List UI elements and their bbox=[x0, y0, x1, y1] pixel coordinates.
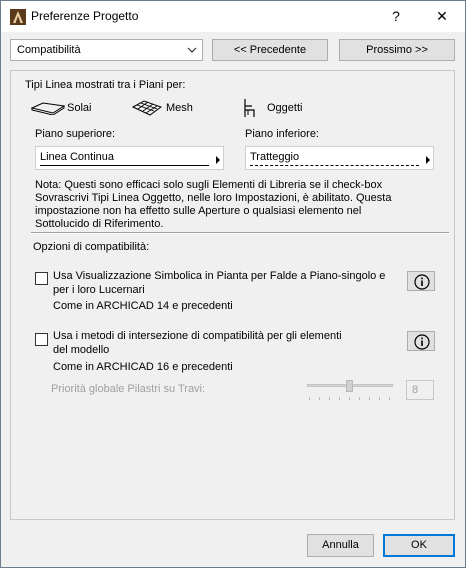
info-button-2[interactable] bbox=[407, 331, 435, 351]
page-select-dropdown[interactable]: Compatibilità bbox=[10, 39, 203, 61]
close-button[interactable]: ✕ bbox=[419, 1, 465, 32]
ok-button[interactable]: OK bbox=[383, 534, 455, 557]
slider-tick bbox=[329, 397, 330, 400]
symbolic-display-checkbox[interactable] bbox=[35, 272, 48, 285]
archicad-app-icon bbox=[10, 9, 26, 25]
priority-value: 8 bbox=[412, 384, 419, 396]
upper-floor-linetype-select[interactable]: Linea Continua bbox=[35, 146, 224, 170]
lower-floor-value: Tratteggio bbox=[250, 151, 300, 163]
help-button[interactable]: ? bbox=[373, 1, 419, 32]
option1-note: Come in ARCHICAD 14 e precedenti bbox=[53, 300, 233, 312]
priority-slider-thumb[interactable] bbox=[346, 380, 353, 392]
slider-tick bbox=[309, 397, 310, 400]
caret-right-icon bbox=[216, 156, 220, 164]
chevron-down-icon bbox=[187, 47, 197, 53]
slider-tick bbox=[379, 397, 380, 400]
compat-options-heading: Opzioni di compatibilità: bbox=[33, 241, 150, 253]
slider-tick bbox=[369, 397, 370, 400]
priority-value-field[interactable]: 8 bbox=[406, 380, 434, 400]
preferences-dialog: Preferenze Progetto ? ✕ Compatibilità <<… bbox=[0, 0, 466, 568]
mesh-icon bbox=[132, 100, 162, 116]
info-button-1[interactable] bbox=[407, 271, 435, 291]
option2-note: Come in ARCHICAD 16 e precedenti bbox=[53, 361, 233, 373]
upper-floor-value: Linea Continua bbox=[40, 151, 115, 163]
slider-tick bbox=[349, 397, 350, 400]
note-text: Nota: Questi sono efficaci solo sugli El… bbox=[35, 179, 392, 230]
slider-tick bbox=[359, 397, 360, 400]
info-icon bbox=[414, 334, 430, 350]
objects-label: Oggetti bbox=[267, 102, 303, 114]
dashed-line-preview bbox=[250, 165, 419, 166]
previous-button[interactable]: << Precedente bbox=[212, 39, 328, 61]
intersection-methods-label[interactable]: Usa i metodi di intersezione di compatib… bbox=[53, 329, 342, 357]
priority-label: Priorità globale Pilastri su Travi: bbox=[51, 383, 206, 395]
symbolic-display-label[interactable]: Usa Visualizzazione Simbolica in Pianta … bbox=[53, 269, 385, 297]
compatibility-panel: Tipi Linea mostrati tra i Piani per: Sol… bbox=[10, 70, 455, 520]
line-types-heading: Tipi Linea mostrati tra i Piani per: bbox=[25, 79, 186, 91]
lower-floor-linetype-select[interactable]: Tratteggio bbox=[245, 146, 434, 170]
intersection-methods-checkbox[interactable] bbox=[35, 333, 48, 346]
mesh-label: Mesh bbox=[166, 102, 193, 114]
upper-floor-label: Piano superiore: bbox=[35, 128, 116, 140]
info-icon bbox=[414, 274, 430, 290]
window-title: Preferenze Progetto bbox=[31, 9, 139, 23]
lower-floor-label: Piano inferiore: bbox=[245, 128, 319, 140]
slider-tick bbox=[319, 397, 320, 400]
slider-tick bbox=[339, 397, 340, 400]
chair-icon bbox=[244, 99, 255, 117]
slider-tick bbox=[389, 397, 390, 400]
cancel-button[interactable]: Annulla bbox=[307, 534, 374, 557]
dropdown-value: Compatibilità bbox=[17, 44, 81, 56]
solid-line-preview bbox=[40, 165, 209, 166]
next-button[interactable]: Prossimo >> bbox=[339, 39, 455, 61]
slab-label: Solai bbox=[67, 102, 92, 114]
caret-right-icon bbox=[426, 156, 430, 164]
section-divider bbox=[31, 232, 449, 234]
slab-icon bbox=[31, 102, 65, 115]
title-bar: Preferenze Progetto ? ✕ bbox=[1, 1, 465, 32]
